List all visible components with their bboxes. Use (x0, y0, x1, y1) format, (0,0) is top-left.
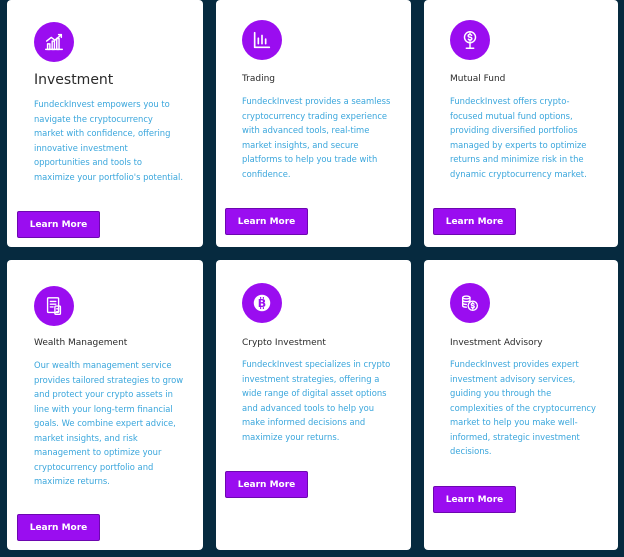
service-card-investment-advisory: Investment Advisory FundeckInvest provid… (424, 260, 618, 550)
learn-more-button[interactable]: Learn More (225, 471, 308, 498)
learn-more-button[interactable]: Learn More (17, 211, 100, 238)
service-card-mutual-fund: Mutual Fund FundeckInvest offers crypto-… (424, 0, 618, 247)
service-card-trading: Trading FundeckInvest provides a seamles… (216, 0, 411, 247)
document-report-icon (34, 286, 74, 326)
card-title: Investment Advisory (450, 338, 543, 348)
learn-more-button[interactable]: Learn More (433, 208, 516, 235)
coin-stack-icon (450, 283, 490, 323)
card-title: Wealth Management (34, 338, 128, 348)
service-card-investment: Investment FundeckInvest empowers you to… (7, 0, 203, 247)
card-description: FundeckInvest specializes in crypto inve… (242, 359, 391, 442)
growth-chart-icon (34, 22, 74, 62)
card-description: FundeckInvest provides expert investment… (450, 359, 596, 456)
service-card-crypto-investment: B Crypto Investment FundeckInvest specia… (216, 260, 411, 550)
learn-more-button[interactable]: Learn More (225, 208, 308, 235)
svg-text:B: B (258, 297, 266, 310)
card-title: Trading (242, 74, 276, 84)
card-description: Our wealth management service provides t… (34, 360, 184, 486)
bar-chart-icon (242, 20, 282, 60)
learn-more-button[interactable]: Learn More (17, 514, 100, 541)
bitcoin-icon: B (242, 283, 282, 323)
service-card-wealth-management: Wealth Management Our wealth management … (7, 260, 203, 550)
card-title: Investment (34, 72, 114, 88)
card-description: FundeckInvest provides a seamless crypto… (242, 96, 391, 179)
card-title: Mutual Fund (450, 74, 506, 84)
card-title: Crypto Investment (242, 338, 326, 348)
card-description: FundeckInvest empowers you to navigate t… (34, 99, 184, 182)
card-description: FundeckInvest offers crypto-focused mutu… (450, 96, 587, 179)
money-bag-icon (450, 20, 490, 60)
learn-more-button[interactable]: Learn More (433, 486, 516, 513)
